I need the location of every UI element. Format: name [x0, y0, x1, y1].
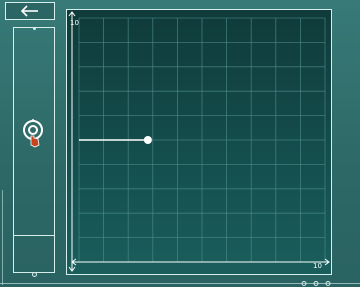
game-screen: 10 10 — [0, 0, 360, 287]
x-axis-max-label: 10 — [313, 262, 322, 270]
graph-grid[interactable] — [66, 9, 332, 275]
segment-endpoint-handle[interactable] — [143, 136, 152, 144]
panel-handle-top — [33, 27, 36, 30]
grid-canvas[interactable] — [67, 10, 332, 275]
corner-decoration — [301, 281, 331, 286]
panel-handle-bottom[interactable] — [32, 272, 37, 277]
arrow-left-icon — [20, 5, 40, 17]
frame-line-left — [2, 190, 3, 285]
y-axis-max-label: 10 — [70, 19, 79, 27]
tool-panel — [13, 27, 55, 277]
ring-target-icon[interactable] — [22, 119, 43, 148]
tool-panel-divider — [14, 235, 54, 236]
back-button[interactable] — [5, 2, 55, 20]
